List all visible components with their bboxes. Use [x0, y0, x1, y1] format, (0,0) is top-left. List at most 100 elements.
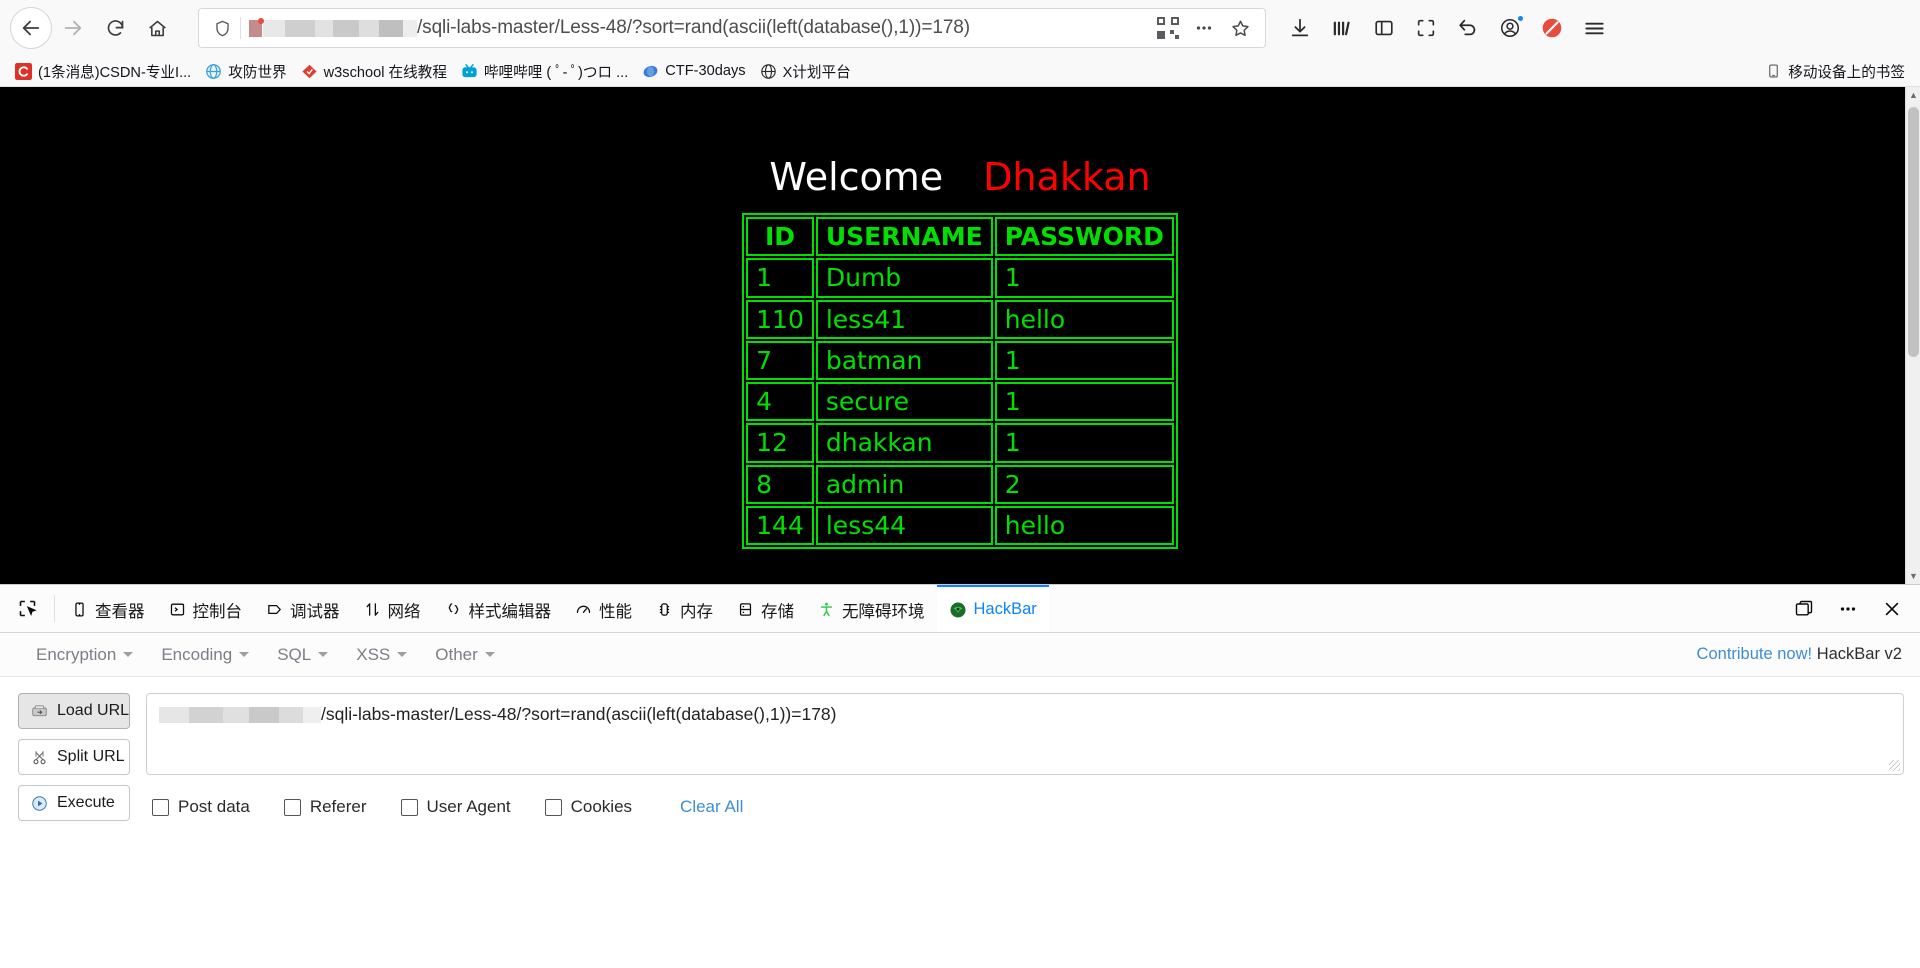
dock-position-icon[interactable]: [1784, 589, 1824, 629]
split-url-button[interactable]: Split URL: [18, 739, 130, 775]
home-button[interactable]: [136, 7, 178, 49]
menu-encoding[interactable]: Encoding: [147, 639, 263, 671]
textarea-resize-handle[interactable]: [1889, 760, 1900, 771]
tab-style-editor[interactable]: 样式编辑器: [433, 585, 564, 632]
tab-inspector[interactable]: 查看器: [59, 585, 157, 632]
scrollbar-thumb[interactable]: [1908, 107, 1919, 357]
element-picker-icon[interactable]: [4, 585, 50, 632]
menu-encryption[interactable]: Encryption: [22, 639, 147, 671]
checkbox-box[interactable]: [400, 798, 418, 816]
menu-other[interactable]: Other: [421, 639, 509, 671]
bookmark-item[interactable]: w3school 在线教程: [294, 59, 454, 84]
close-devtools-icon[interactable]: [1872, 589, 1912, 629]
library-icon[interactable]: [1322, 8, 1362, 48]
bookmark-item[interactable]: (1条消息)CSDN-专业I...: [8, 59, 198, 84]
redaction-block: [189, 706, 223, 723]
cell-username: dhakkan: [815, 423, 993, 463]
bookmark-item[interactable]: X计划平台: [753, 59, 858, 84]
hackbar-url-textarea[interactable]: /sqli-labs-master/Less-48/?sort=rand(asc…: [146, 693, 1904, 775]
tab-console[interactable]: 控制台: [157, 585, 255, 632]
chevron-down-icon: [239, 652, 250, 657]
checkbox-cookies[interactable]: Cookies: [544, 797, 633, 817]
column-header-password: PASSWORD: [994, 217, 1174, 257]
redaction-block: [359, 19, 379, 37]
redaction-block: [223, 706, 249, 723]
blocked-icon[interactable]: [1532, 8, 1572, 48]
bookmark-label: w3school 在线教程: [323, 64, 447, 81]
cell-id: 1: [746, 258, 814, 298]
bookmark-star-icon[interactable]: [1223, 12, 1257, 44]
cell-username: less44: [815, 505, 993, 545]
hackbar-body: Load URL Split URL Execute /sqli-labs-ma…: [0, 677, 1920, 821]
forward-button[interactable]: [52, 7, 94, 49]
tab-storage[interactable]: 存储: [725, 585, 806, 632]
shield-icon[interactable]: [207, 19, 240, 38]
bookmark-item[interactable]: 哔哩哔哩 ( ﾟ- ﾟ)つロ ...: [454, 59, 635, 84]
tab-network[interactable]: 网络: [352, 585, 433, 632]
checkbox-label: Cookies: [570, 797, 633, 816]
checkbox-post-data[interactable]: Post data: [152, 797, 250, 817]
contribute-link[interactable]: Contribute now!: [1697, 645, 1813, 663]
contribute-area: Contribute now! HackBar v2: [1697, 645, 1920, 664]
ie-icon: [642, 63, 659, 80]
bookmarks-bar: (1条消息)CSDN-专业I... 攻防世界 w3school 在线教程 哔哩哔…: [0, 56, 1920, 87]
reload-button[interactable]: [94, 7, 136, 49]
scroll-down-arrow[interactable]: ▼: [1906, 568, 1920, 584]
console-icon: [169, 601, 186, 618]
screenshot-icon[interactable]: [1406, 8, 1446, 48]
checkbox-box[interactable]: [544, 798, 562, 816]
page-actions-icon[interactable]: [1187, 12, 1221, 44]
devtools-more-icon[interactable]: [1828, 589, 1868, 629]
checkbox-box[interactable]: [152, 798, 169, 816]
checkbox-referer[interactable]: Referer: [283, 797, 367, 817]
bookmark-item[interactable]: CTF-30days: [635, 61, 752, 82]
tab-performance[interactable]: 性能: [563, 585, 644, 632]
hackbar-panel: Encryption Encoding SQL XSS Other Contri…: [0, 633, 1920, 968]
redaction-block: [303, 706, 321, 723]
menu-sql[interactable]: SQL: [263, 639, 342, 671]
welcome-heading: Welcome Dhakkan: [0, 155, 1920, 199]
redacted-host-hackbar: [159, 706, 321, 723]
back-button[interactable]: [10, 7, 52, 49]
cell-id: 4: [746, 382, 814, 422]
cell-password: 2: [994, 464, 1174, 504]
load-url-button[interactable]: Load URL: [18, 693, 130, 729]
tab-label: 内存: [680, 602, 713, 621]
table-header-row: ID USERNAME PASSWORD: [746, 217, 1174, 257]
cell-username: admin: [815, 464, 993, 504]
undo-icon[interactable]: [1448, 8, 1488, 48]
downloads-icon[interactable]: [1280, 8, 1320, 48]
qr-code-icon[interactable]: [1151, 12, 1185, 44]
scroll-up-arrow[interactable]: ▲: [1906, 87, 1920, 103]
hamburger-menu-icon[interactable]: [1574, 8, 1614, 48]
bookmark-item[interactable]: 攻防世界: [198, 59, 293, 84]
account-icon[interactable]: [1490, 8, 1530, 48]
clear-all-link[interactable]: Clear All: [680, 797, 743, 817]
page-scrollbar[interactable]: ▲ ▼: [1905, 87, 1920, 584]
hackbar-icon: [949, 601, 967, 619]
checkbox-label: User Agent: [426, 797, 511, 816]
welcome-username: Dhakkan: [983, 155, 1151, 199]
style-editor-icon: [445, 601, 462, 618]
tab-hackbar[interactable]: HackBar: [936, 585, 1049, 632]
cell-id: 110: [746, 299, 814, 339]
sidebar-icon[interactable]: [1364, 8, 1404, 48]
menu-xss[interactable]: XSS: [342, 639, 421, 671]
column-header-username: USERNAME: [815, 217, 993, 257]
checkbox-user-agent[interactable]: User Agent: [400, 797, 511, 817]
globe-icon: [760, 63, 777, 80]
hackbar-url-content: /sqli-labs-master/Less-48/?sort=rand(asc…: [159, 704, 837, 725]
redaction-block: [159, 706, 189, 723]
table-row: 7 batman 1: [746, 340, 1174, 380]
execute-button[interactable]: Execute: [18, 785, 130, 821]
tab-debugger[interactable]: 调试器: [254, 585, 352, 632]
tab-memory[interactable]: 内存: [644, 585, 725, 632]
url-bar[interactable]: /sqli-labs-master/Less-48/?sort=rand(asc…: [198, 8, 1266, 48]
cell-password: 1: [994, 382, 1174, 422]
tab-accessibility[interactable]: 无障碍环境: [806, 585, 937, 632]
url-text[interactable]: /sqli-labs-master/Less-48/?sort=rand(asc…: [417, 17, 970, 39]
cell-id: 7: [746, 340, 814, 380]
checkbox-box[interactable]: [283, 798, 301, 816]
bookmark-item-mobile[interactable]: 移动设备上的书签: [1758, 59, 1912, 84]
tab-label: 无障碍环境: [842, 602, 925, 621]
